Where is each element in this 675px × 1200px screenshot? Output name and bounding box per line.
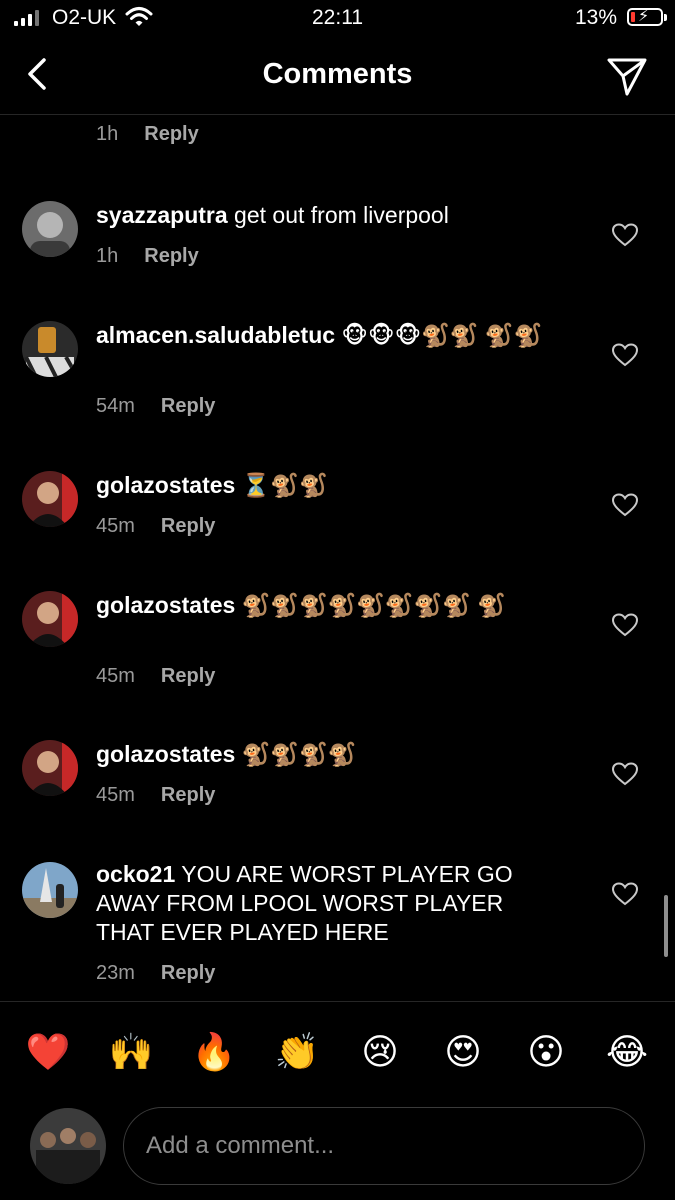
- reply-button[interactable]: Reply: [144, 245, 198, 267]
- comment-time: 1h: [96, 123, 119, 145]
- emoji-crying-button[interactable]: 😢: [356, 1030, 404, 1074]
- emoji-raised-hands-button[interactable]: 🙌: [107, 1030, 155, 1074]
- avatar[interactable]: [22, 591, 78, 647]
- comment-meta: 45m Reply: [96, 784, 215, 807]
- comment-text: get out from liverpool: [227, 202, 449, 228]
- comment-body: almacen.saludabletuc 🐵🐵🐵🐒🐒 🐒🐒: [96, 321, 556, 350]
- comment-body: golazostates 🐒🐒🐒🐒🐒🐒🐒🐒 🐒: [96, 591, 556, 620]
- comment-meta: 1h Reply: [96, 245, 199, 268]
- comment-text: 🐒🐒🐒🐒🐒🐒🐒🐒 🐒: [235, 592, 506, 618]
- comment-username[interactable]: ocko21: [96, 861, 175, 887]
- paper-plane-icon[interactable]: [605, 54, 649, 98]
- emoji-heart-eyes-button[interactable]: 😍: [439, 1030, 487, 1074]
- reply-button[interactable]: Reply: [144, 123, 198, 145]
- heart-icon[interactable]: [612, 343, 638, 367]
- emoji-quick-bar: ❤️ 🙌 🔥 👏 😢 😍 😮 😂: [0, 1030, 675, 1074]
- reply-button[interactable]: Reply: [161, 962, 215, 984]
- comment-text: 🐵🐵🐵🐒🐒 🐒🐒: [335, 322, 543, 348]
- comment-text: ⏳🐒🐒: [235, 472, 328, 498]
- comment-time: 23m: [96, 962, 135, 984]
- comment-body: syazzaputra get out from liverpool: [96, 201, 556, 230]
- comment-meta: 45m Reply: [96, 515, 215, 538]
- comment-body: golazostates 🐒🐒🐒🐒: [96, 740, 556, 769]
- clock: 22:11: [312, 6, 363, 29]
- comment-username[interactable]: syazzaputra: [96, 202, 228, 228]
- avatar[interactable]: [22, 321, 78, 377]
- heart-icon[interactable]: [612, 882, 638, 906]
- comment-time: 45m: [96, 665, 135, 687]
- reply-button[interactable]: Reply: [161, 395, 215, 417]
- page-title: Comments: [262, 58, 413, 90]
- avatar[interactable]: [22, 862, 78, 918]
- comment-meta: 45m Reply: [96, 665, 215, 688]
- heart-icon[interactable]: [612, 223, 638, 247]
- divider: [0, 1001, 675, 1002]
- comment-username[interactable]: golazostates: [96, 592, 235, 618]
- comment-body: golazostates ⏳🐒🐒: [96, 471, 556, 500]
- comment-username[interactable]: golazostates: [96, 472, 235, 498]
- avatar[interactable]: [22, 201, 78, 257]
- battery-percentage: 13%: [574, 6, 617, 29]
- top-nav: Comments: [0, 38, 675, 115]
- emoji-clap-button[interactable]: 👏: [273, 1030, 321, 1074]
- comment-username[interactable]: almacen.saludabletuc: [96, 322, 335, 348]
- emoji-surprised-button[interactable]: 😮: [522, 1030, 570, 1074]
- partial-comment-meta: 1h Reply: [96, 123, 199, 146]
- comment-username[interactable]: golazostates: [96, 741, 235, 767]
- comment-time: 54m: [96, 395, 135, 417]
- comment-input[interactable]: [123, 1107, 645, 1185]
- comment-list[interactable]: 1h Reply syazzaputra get out from liverpo…: [0, 115, 675, 1000]
- reply-button[interactable]: Reply: [161, 665, 215, 687]
- heart-icon[interactable]: [612, 613, 638, 637]
- comment-meta: 23m Reply: [96, 962, 215, 985]
- comment-time: 1h: [96, 245, 119, 267]
- reply-button[interactable]: Reply: [161, 784, 215, 806]
- status-bar: O2-UK 22:11 13% ⚡: [0, 0, 675, 38]
- comment-time: 45m: [96, 515, 135, 537]
- heart-icon[interactable]: [612, 762, 638, 786]
- emoji-heart-button[interactable]: ❤️: [24, 1030, 72, 1074]
- comment-time: 45m: [96, 784, 135, 806]
- comment-meta: 54m Reply: [96, 395, 215, 418]
- heart-icon[interactable]: [612, 493, 638, 517]
- emoji-laughing-button[interactable]: 😂: [603, 1030, 651, 1074]
- user-avatar: [30, 1108, 106, 1184]
- comment-body: ocko21 YOU ARE WORST PLAYER GO AWAY FROM…: [96, 860, 556, 947]
- avatar[interactable]: [22, 740, 78, 796]
- reply-button[interactable]: Reply: [161, 515, 215, 537]
- battery-charging-icon: ⚡: [627, 8, 667, 26]
- avatar[interactable]: [22, 471, 78, 527]
- comment-text: 🐒🐒🐒🐒: [235, 741, 357, 767]
- emoji-fire-button[interactable]: 🔥: [190, 1030, 238, 1074]
- scrollbar[interactable]: [664, 895, 668, 957]
